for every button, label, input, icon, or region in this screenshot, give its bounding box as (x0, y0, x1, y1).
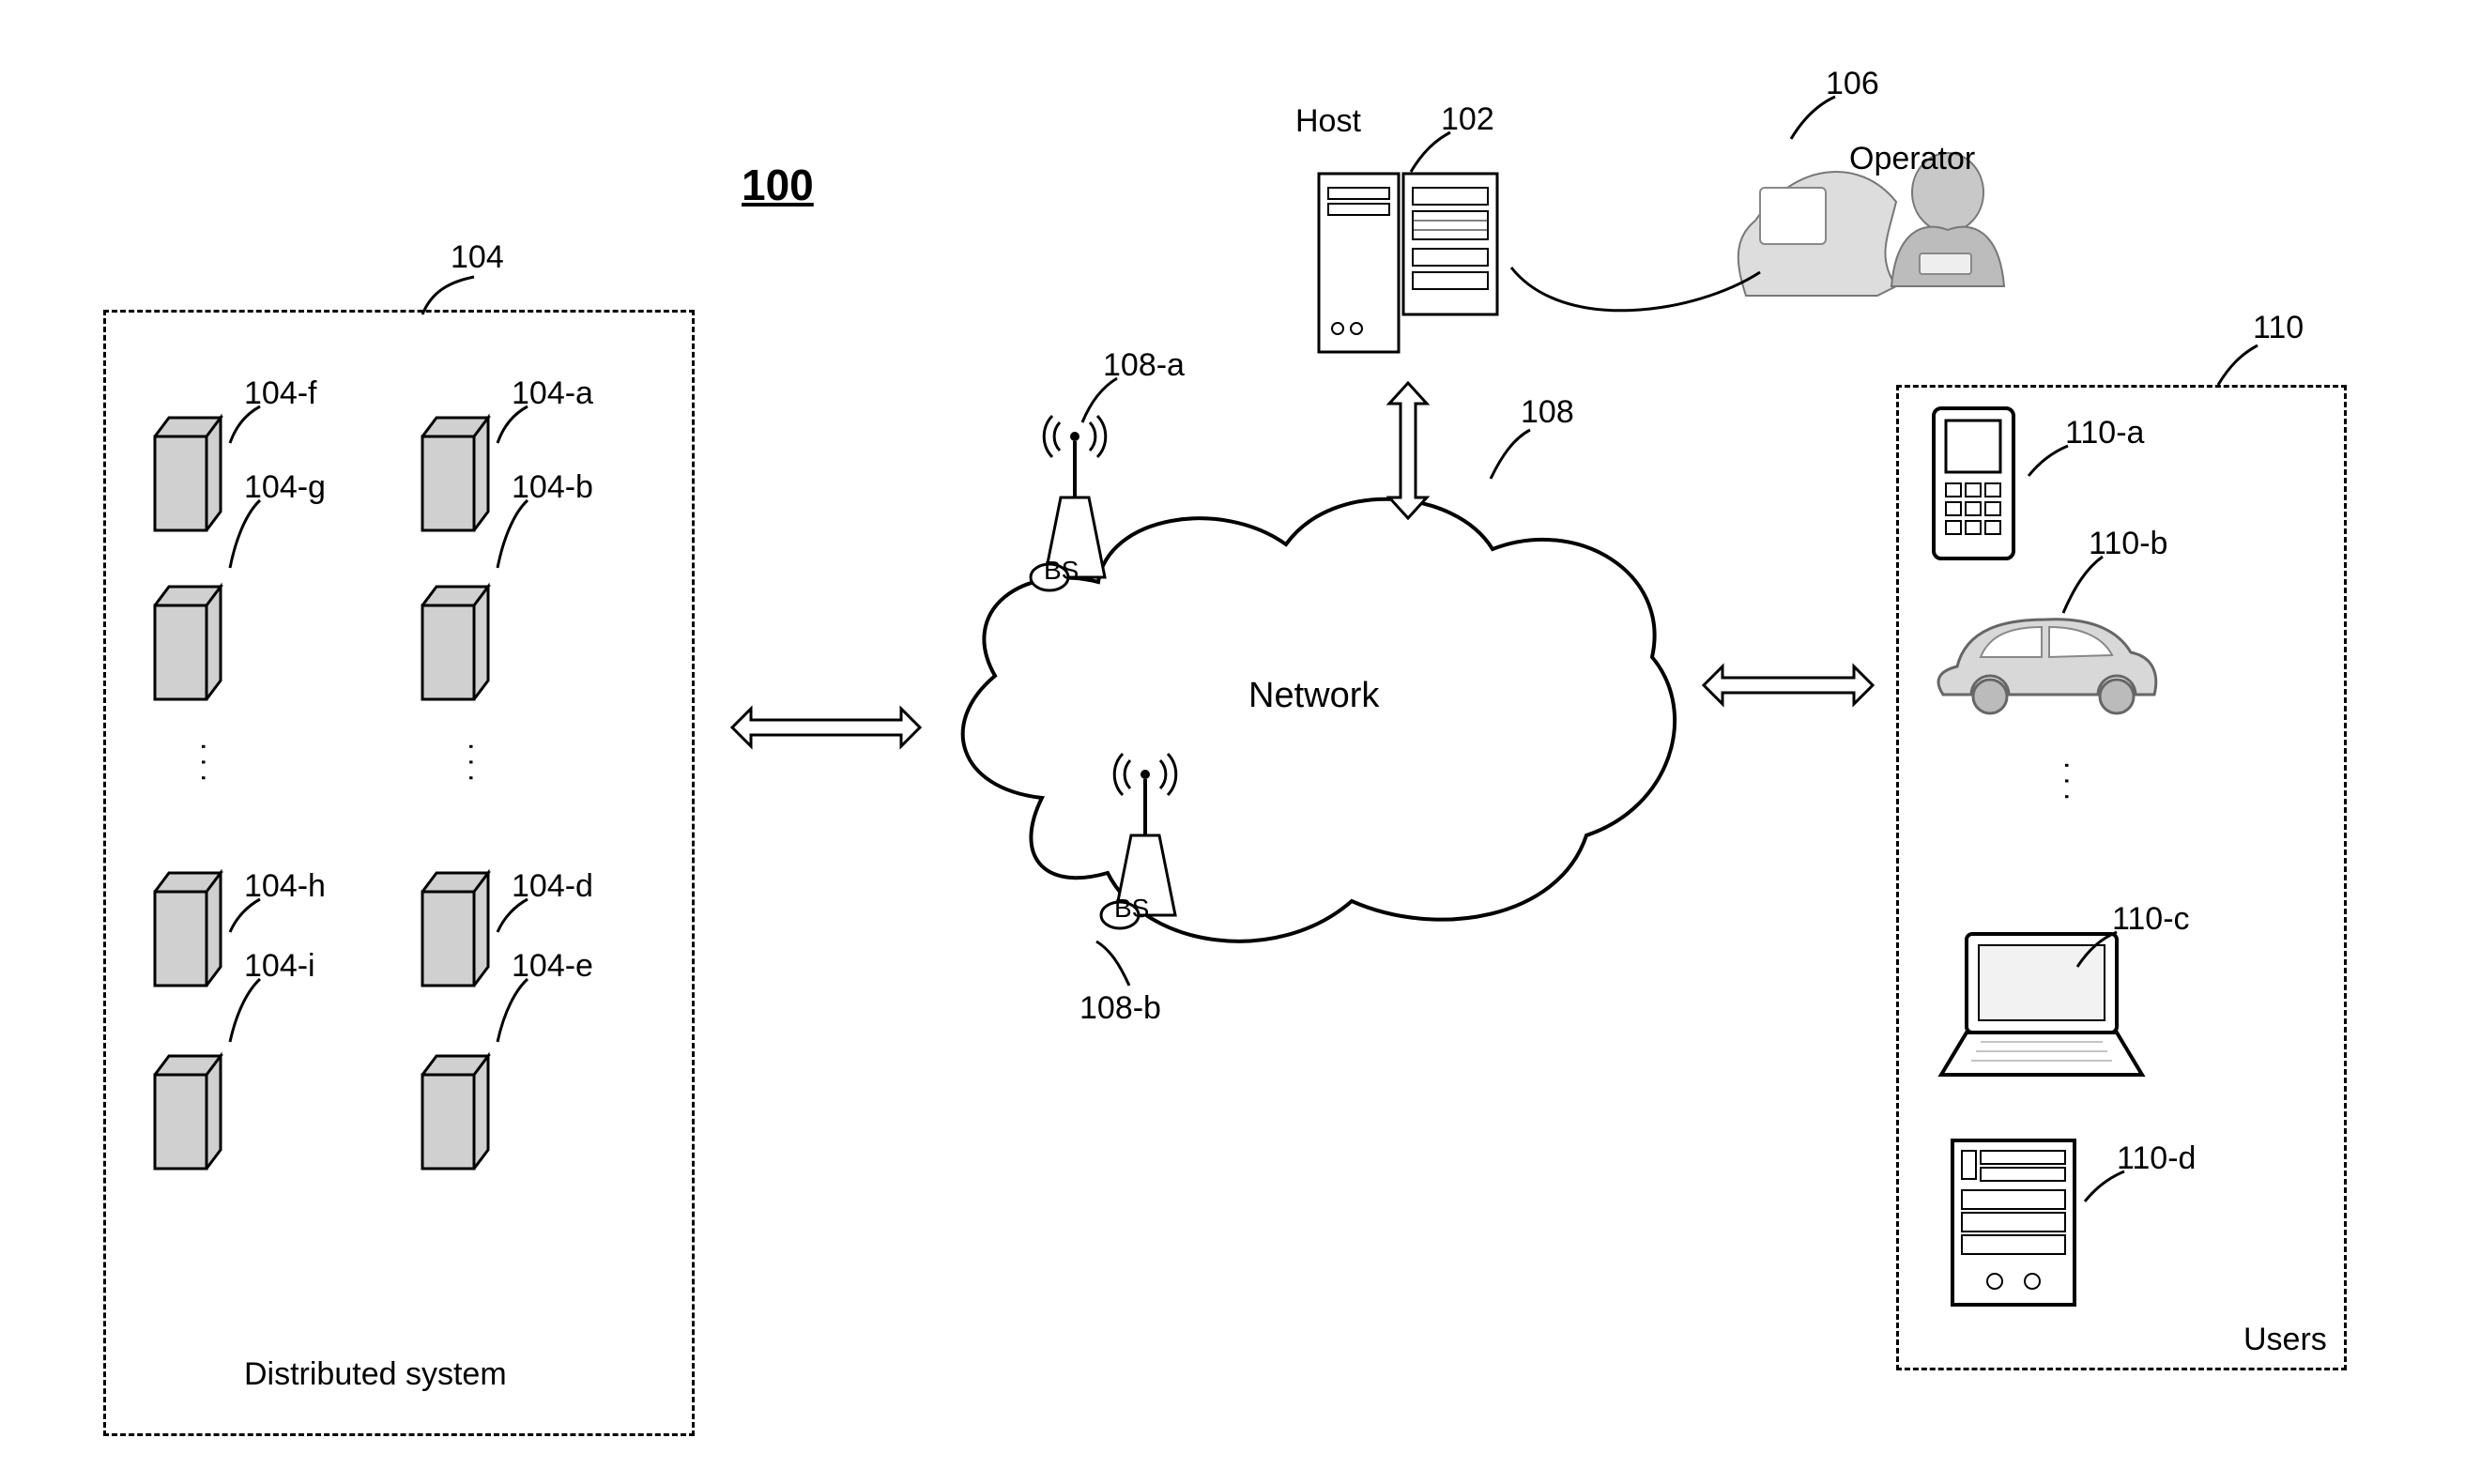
server-node (418, 868, 493, 990)
leader-line (2082, 1169, 2129, 1206)
leader-line (1488, 427, 1535, 483)
operator-label: Operator (1849, 141, 1975, 177)
ellipsis-dots: ··· (455, 742, 490, 788)
user-ref-a: 110-a (2065, 415, 2144, 451)
car-icon (1920, 601, 2164, 732)
leader-line (2026, 443, 2073, 481)
server-node (150, 1051, 225, 1173)
leader-line (495, 976, 532, 1047)
double-arrow (723, 699, 929, 756)
leader-line (1094, 939, 1136, 990)
users-box-label: Users (2243, 1322, 2327, 1358)
network-label: Network (1248, 676, 1379, 716)
leader-line (227, 404, 265, 446)
network-ref: 108 (1521, 394, 1574, 431)
leader-line (2075, 929, 2121, 971)
phone-icon (1929, 404, 2018, 563)
leader-line (495, 404, 532, 446)
server-node (418, 582, 493, 704)
server-node (418, 413, 493, 535)
user-ref-c: 110-c (2112, 901, 2190, 938)
dist-box-ref: 104 (451, 239, 504, 276)
leader-line (1788, 94, 1840, 145)
bs-label-a: BS (1044, 556, 1079, 586)
ellipsis-dots: ··· (188, 742, 222, 788)
leader-line (2060, 554, 2107, 620)
leader-line (1408, 130, 1455, 176)
leader-line (227, 497, 265, 573)
dist-box-label: Distributed system (244, 1356, 507, 1393)
double-arrow-vertical (1380, 375, 1436, 526)
leader-line (495, 497, 532, 573)
double-arrow (1694, 657, 1882, 713)
server-node (150, 582, 225, 704)
leader-line (2215, 343, 2262, 390)
bs-b-ref: 108-b (1079, 990, 1161, 1027)
connector-line (1507, 258, 1769, 333)
ellipsis-dots: ··· (2051, 760, 2086, 807)
leader-line (227, 896, 265, 934)
server-node (150, 413, 225, 535)
leader-line (495, 896, 532, 934)
figure-number: 100 (742, 160, 814, 210)
server-node (418, 1051, 493, 1173)
server-node (150, 868, 225, 990)
users-box-ref: 110 (2253, 310, 2304, 346)
leader-line (227, 976, 265, 1047)
leader-line-104 (418, 272, 483, 319)
user-server-icon (1948, 1136, 2079, 1309)
host-server-icon (1309, 145, 1507, 371)
bs-label-b: BS (1114, 894, 1149, 924)
leader-line (1079, 375, 1122, 427)
host-label: Host (1295, 103, 1361, 140)
